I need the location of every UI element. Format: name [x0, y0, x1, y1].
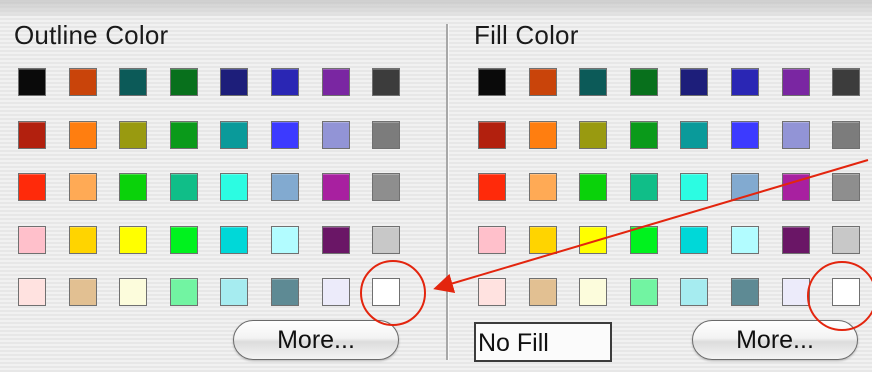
fill-swatch-r1-c7[interactable] — [781, 68, 810, 96]
outline-swatch-r3-c7[interactable] — [321, 173, 350, 201]
fill-swatch-r5-c4[interactable] — [629, 278, 658, 306]
outline-swatch-r4-c3[interactable] — [119, 225, 148, 254]
outline-swatch-r3-c6[interactable] — [270, 173, 299, 201]
outline-swatch-r1-c2[interactable] — [68, 68, 97, 96]
fill-swatch-r3-c2[interactable] — [528, 173, 557, 201]
no-fill-button[interactable]: No Fill — [474, 322, 612, 362]
fill-swatch-r2-c8[interactable] — [832, 120, 861, 149]
fill-swatch-r1-c4[interactable] — [629, 68, 658, 96]
outline-swatch-r5-c4[interactable] — [169, 278, 198, 306]
fill-swatch-r4-c5[interactable] — [680, 225, 709, 254]
outline-more-button[interactable]: More... — [233, 320, 399, 360]
fill-swatch-r3-c6[interactable] — [730, 173, 759, 201]
outline-swatch-r2-c2[interactable] — [68, 120, 97, 149]
outline-swatch-r5-c8[interactable] — [372, 278, 401, 306]
outline-swatch-r2-c3[interactable] — [119, 120, 148, 149]
outline-swatch-r4-c2[interactable] — [68, 225, 97, 254]
fill-swatch-r5-c2[interactable] — [528, 278, 557, 306]
fill-swatch-r2-c6[interactable] — [730, 120, 759, 149]
outline-swatch-r4-c1[interactable] — [18, 225, 46, 254]
fill-swatch-r1-c2[interactable] — [528, 68, 557, 96]
outline-swatch-r2-c4[interactable] — [169, 120, 198, 149]
outline-swatch-r2-c7[interactable] — [321, 120, 350, 149]
fill-swatch-r5-c8[interactable] — [832, 278, 861, 306]
outline-swatch-r4-c4[interactable] — [169, 225, 198, 254]
outline-swatch-grid — [18, 68, 401, 306]
fill-swatch-grid — [478, 68, 861, 306]
fill-swatch-r2-c3[interactable] — [579, 120, 608, 149]
outline-swatch-r3-c3[interactable] — [119, 173, 148, 201]
fill-swatch-r4-c4[interactable] — [629, 225, 658, 254]
fill-swatch-r5-c1[interactable] — [478, 278, 506, 306]
outline-swatch-r2-c5[interactable] — [220, 120, 249, 149]
fill-swatch-r3-c1[interactable] — [478, 173, 506, 201]
outline-swatch-r3-c8[interactable] — [372, 173, 401, 201]
fill-color-title: Fill Color — [474, 20, 579, 50]
fill-swatch-r4-c1[interactable] — [478, 225, 506, 254]
panel-divider — [446, 24, 449, 360]
outline-swatch-r3-c1[interactable] — [18, 173, 46, 201]
fill-swatch-r4-c3[interactable] — [579, 225, 608, 254]
background-toolbar-strip — [0, 0, 872, 16]
fill-swatch-r1-c6[interactable] — [730, 68, 759, 96]
fill-swatch-r3-c3[interactable] — [579, 173, 608, 201]
fill-swatch-r2-c1[interactable] — [478, 120, 506, 149]
fill-swatch-r2-c7[interactable] — [781, 120, 810, 149]
outline-swatch-r5-c3[interactable] — [119, 278, 148, 306]
fill-swatch-r4-c6[interactable] — [730, 225, 759, 254]
fill-swatch-r3-c4[interactable] — [629, 173, 658, 201]
fill-swatch-r1-c3[interactable] — [579, 68, 608, 96]
outline-swatch-r4-c8[interactable] — [372, 225, 401, 254]
fill-more-button[interactable]: More... — [692, 320, 858, 360]
outline-swatch-r1-c1[interactable] — [18, 68, 46, 96]
outline-swatch-r1-c5[interactable] — [220, 68, 249, 96]
fill-swatch-r5-c3[interactable] — [579, 278, 608, 306]
outline-swatch-r2-c8[interactable] — [372, 120, 401, 149]
outline-swatch-r3-c4[interactable] — [169, 173, 198, 201]
outline-swatch-r4-c5[interactable] — [220, 225, 249, 254]
outline-swatch-r2-c6[interactable] — [270, 120, 299, 149]
fill-swatch-r1-c5[interactable] — [680, 68, 709, 96]
outline-swatch-r2-c1[interactable] — [18, 120, 46, 149]
outline-swatch-r3-c2[interactable] — [68, 173, 97, 201]
outline-swatch-r1-c7[interactable] — [321, 68, 350, 96]
fill-swatch-r5-c5[interactable] — [680, 278, 709, 306]
outline-swatch-r1-c6[interactable] — [270, 68, 299, 96]
fill-swatch-r3-c7[interactable] — [781, 173, 810, 201]
outline-swatch-r1-c4[interactable] — [169, 68, 198, 96]
outline-swatch-r5-c2[interactable] — [68, 278, 97, 306]
outline-color-title: Outline Color — [14, 20, 169, 50]
outline-swatch-r4-c6[interactable] — [270, 225, 299, 254]
fill-swatch-r2-c2[interactable] — [528, 120, 557, 149]
fill-swatch-r4-c8[interactable] — [832, 225, 861, 254]
fill-swatch-r5-c7[interactable] — [781, 278, 810, 306]
fill-swatch-r3-c8[interactable] — [832, 173, 861, 201]
fill-swatch-r2-c4[interactable] — [629, 120, 658, 149]
fill-swatch-r4-c7[interactable] — [781, 225, 810, 254]
outline-swatch-r4-c7[interactable] — [321, 225, 350, 254]
outline-swatch-r5-c1[interactable] — [18, 278, 46, 306]
fill-swatch-r1-c1[interactable] — [478, 68, 506, 96]
outline-swatch-r5-c6[interactable] — [270, 278, 299, 306]
fill-swatch-r4-c2[interactable] — [528, 225, 557, 254]
fill-swatch-r3-c5[interactable] — [680, 173, 709, 201]
fill-swatch-r2-c5[interactable] — [680, 120, 709, 149]
fill-swatch-r5-c6[interactable] — [730, 278, 759, 306]
fill-swatch-r1-c8[interactable] — [832, 68, 861, 96]
outline-swatch-r3-c5[interactable] — [220, 173, 249, 201]
outline-swatch-r5-c5[interactable] — [220, 278, 249, 306]
outline-swatch-r1-c3[interactable] — [119, 68, 148, 96]
outline-swatch-r1-c8[interactable] — [372, 68, 401, 96]
outline-swatch-r5-c7[interactable] — [321, 278, 350, 306]
